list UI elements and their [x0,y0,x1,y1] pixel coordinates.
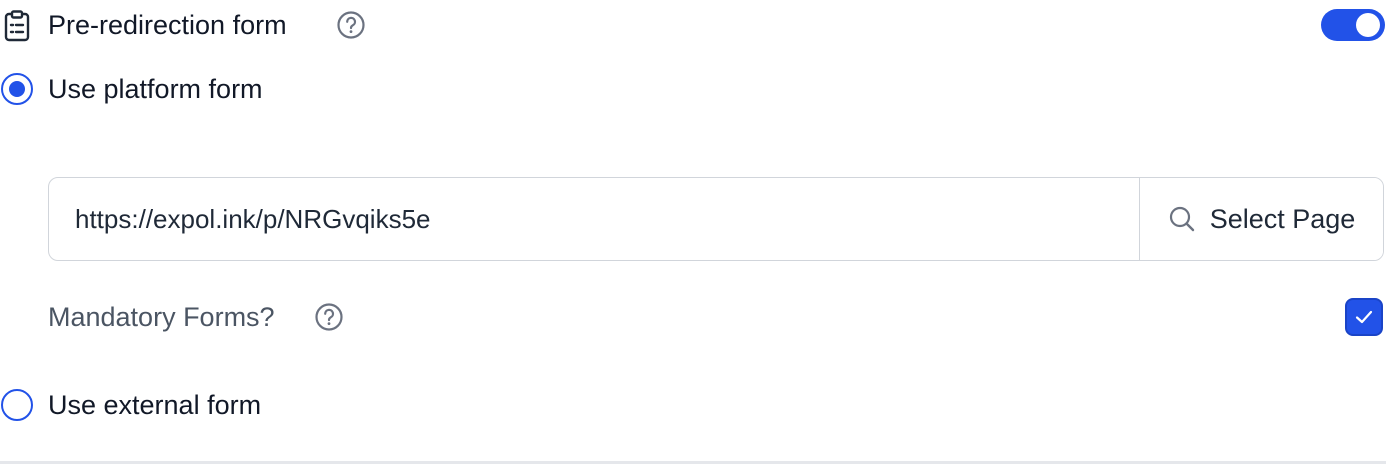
section-title: Pre-redirection form [48,10,287,40]
select-page-button[interactable]: Select Page [1139,178,1383,260]
form-url-input[interactable] [49,178,1139,260]
use-external-form-option[interactable]: Use external form [0,388,600,424]
clipboard-icon [4,10,30,42]
search-icon [1169,206,1194,232]
select-page-label: Select Page [1209,203,1356,234]
external-form-label: Use external form [48,390,262,420]
mandatory-forms-label: Mandatory Forms? [48,302,275,332]
mandatory-forms-checkbox[interactable] [1345,298,1383,336]
checkmark-icon [1355,310,1373,324]
external-form-radio[interactable] [1,389,33,421]
help-circle-icon[interactable] [314,302,344,332]
form-url-field-group: Select Page [48,177,1384,261]
platform-form-radio[interactable] [1,73,33,105]
toggle-knob [1356,13,1380,37]
section-header: Pre-redirection form [0,0,1386,50]
use-platform-form-option[interactable]: Use platform form [0,72,600,108]
platform-form-label: Use platform form [48,74,263,104]
pre-redirection-form-settings: Pre-redirection form Use platform form S… [0,0,1386,464]
pre-redirection-toggle[interactable] [1321,9,1385,41]
help-circle-icon[interactable] [336,10,366,40]
